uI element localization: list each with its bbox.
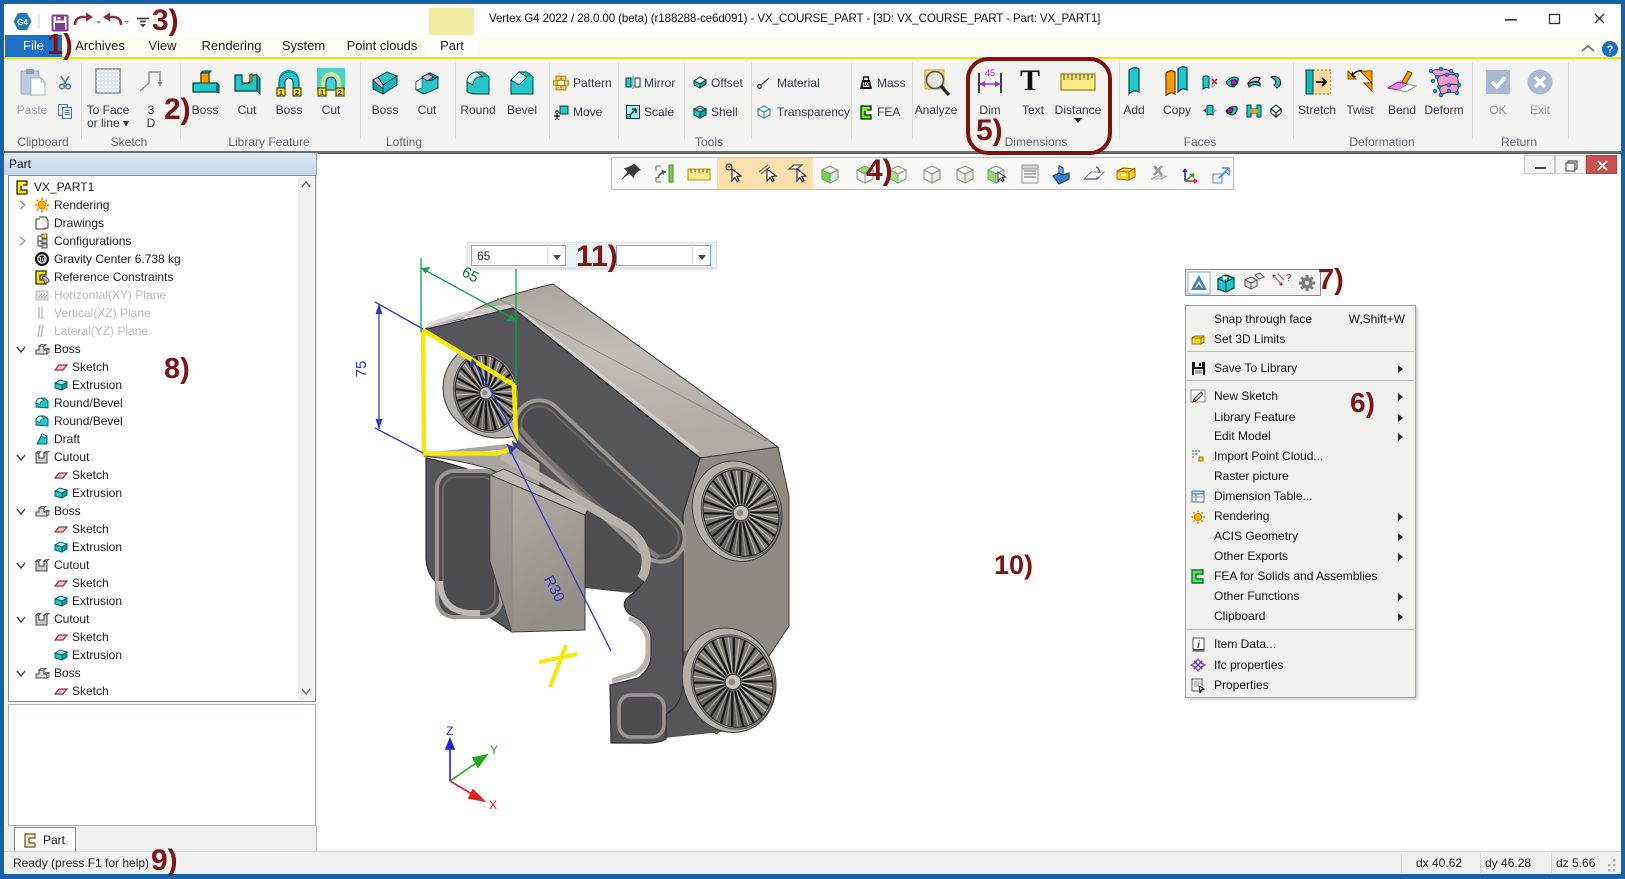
svg-text:?: ? <box>1607 44 1614 56</box>
svg-text:10: 10 <box>39 258 46 264</box>
svg-text:75: 75 <box>353 361 370 378</box>
svg-text:2: 2 <box>338 90 342 97</box>
svg-text:65: 65 <box>459 264 482 287</box>
svg-text:Z: Z <box>446 724 453 738</box>
svg-text:10: 10 <box>863 82 869 88</box>
svg-text:Y: Y <box>490 743 498 757</box>
svg-text:X: X <box>489 798 497 812</box>
svg-text:1: 1 <box>320 90 324 97</box>
svg-text:1: 1 <box>279 90 283 97</box>
svg-text:2: 2 <box>295 90 299 97</box>
svg-text:G4: G4 <box>17 18 28 27</box>
